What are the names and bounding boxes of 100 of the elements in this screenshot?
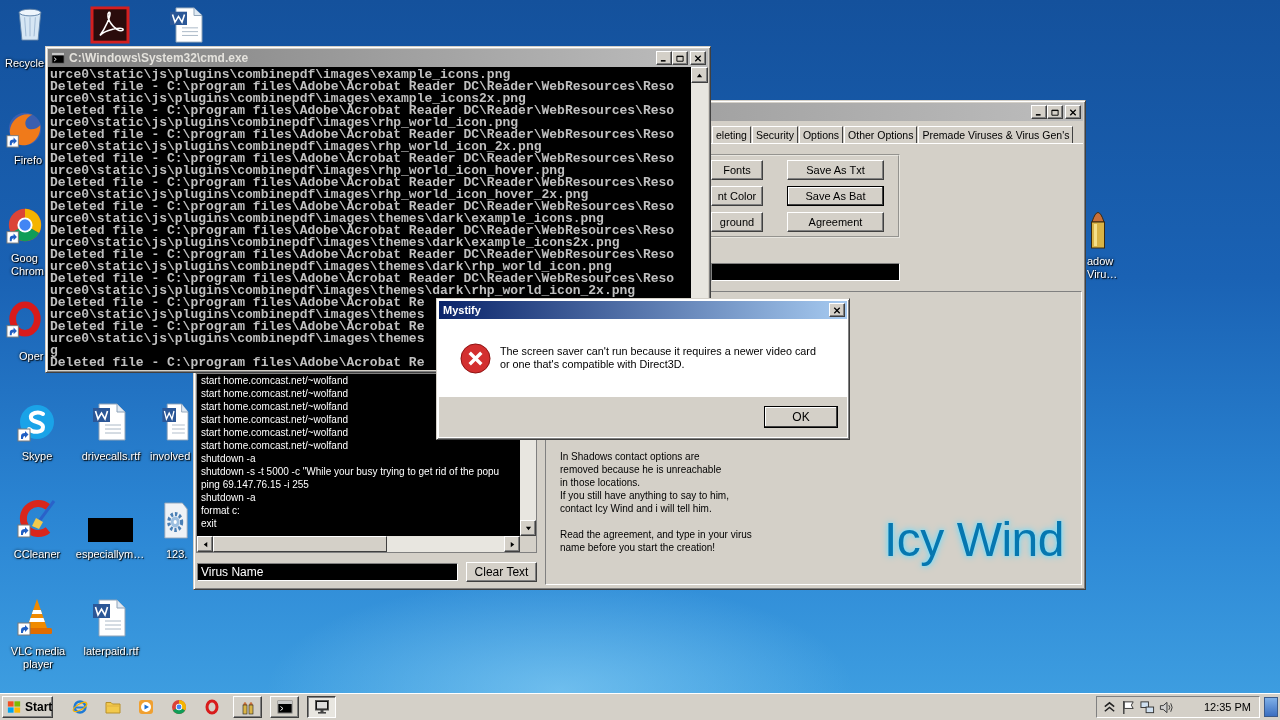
console-line: urce0\static\js\plugins\combinepdf\images\themes	[50, 333, 425, 345]
option-button[interactable]: Save As Bat	[787, 186, 884, 206]
scrollbar-corner	[520, 536, 536, 552]
script-line: ping 69.147.76.15 -i 255	[201, 478, 309, 491]
brush-arc-icon[interactable]	[17, 498, 57, 538]
option-button[interactable]: ground	[711, 212, 763, 232]
script-line: start home.comcast.net/~wolfand	[201, 439, 349, 452]
console-line: Deleted file - C:\program files\Adobe\Acrobat Reader DC\Reader\WebResources\Reso	[50, 153, 675, 165]
desktop-icon-label[interactable]: drivecalls.rtf	[81, 450, 141, 463]
file-thumbnail[interactable]	[88, 518, 133, 542]
error-message: The screen saver can't run because it requires a newer video card or one that's compatible with Direct3D.	[500, 345, 816, 371]
console-line: urce0\static\js\plugins\combinepdf\images\rhp_world_icon_hover.png	[50, 165, 565, 177]
console-line: urce0\static\js\plugins\combinepdf\images\example_icons2x.png	[50, 93, 526, 105]
close-button[interactable]	[829, 303, 845, 317]
up-triangle-icon	[696, 71, 703, 79]
horizontal-scrollbar[interactable]	[197, 536, 520, 552]
notice-text: Read the agreement, and type in your virus name before you start the creation!	[560, 528, 752, 554]
scrollbar-thumb[interactable]	[213, 536, 387, 552]
window-title: C:\Windows\System32\cmd.exe	[69, 51, 249, 65]
notice-text: In Shadows contact options are removed because he is unreachable in those locations. If you still have anything to say to him, contact Icy Wind and i will tell him.	[560, 450, 729, 515]
maximize-icon	[1051, 108, 1059, 116]
desktop-icon-label[interactable]: Goog Chrom	[11, 252, 44, 278]
scroll-right-button[interactable]	[504, 536, 520, 552]
console-line: Deleted file - C:\program files\Adobe\Acrobat Reader DC\Reader\WebResources\Reso	[50, 273, 675, 285]
globe-icon[interactable]	[6, 110, 44, 148]
console-line: urce0\static\js\plugins\combinepdf\images\rhp_world_icon_hover_2x.png	[50, 189, 589, 201]
desktop-icon-label[interactable]: Skype	[21, 450, 53, 463]
tab[interactable]: Security	[751, 126, 798, 143]
console-icon	[276, 699, 293, 715]
console-line: Deleted file - C:\program files\Adobe\Acrobat Reader DC\Reader\WebResources\Reso	[50, 201, 675, 213]
desktop-icon-label[interactable]: involved	[150, 450, 191, 463]
console-line: urce0\static\js\plugins\combinepdf\images\rhp_world_icon.png	[50, 117, 519, 129]
close-icon	[833, 306, 841, 314]
close-icon	[1069, 108, 1077, 116]
desktop-icon-label[interactable]: adow Viru…	[1087, 255, 1118, 281]
script-line: exit	[201, 517, 217, 530]
console-line: urce0\static\js\plugins\combinepdf\images\example_icons.png	[50, 69, 511, 81]
console-line: Deleted file - C:\program files\Adobe\Acrobat Reader DC\Reader\WebResources\Reso	[50, 81, 675, 93]
segmented-circle-icon[interactable]	[6, 206, 44, 244]
option-button[interactable]: Fonts	[711, 160, 763, 180]
taskbar-button[interactable]	[307, 696, 336, 718]
right-triangle-icon	[508, 540, 516, 548]
console-line: urce0\static\js\plugins\combinepdf\images\themes\dark\rhp_world_icon.png	[50, 261, 612, 273]
desktop-icon-label[interactable]: Recycle	[5, 57, 45, 70]
network-icon[interactable]	[1139, 699, 1155, 715]
flag-icon[interactable]	[1120, 699, 1136, 715]
console-line: urce0\static\js\plugins\combinepdf\images\themes\dark\example_icons.png	[50, 213, 604, 225]
console-line: Deleted file - C:\program files\Adobe\Acrobat Re	[50, 297, 425, 309]
desktop-icon-label[interactable]: Oper	[19, 350, 44, 363]
tab[interactable]: Other Options	[844, 126, 918, 143]
console-line: Deleted file - C:\program files\Adobe\Acrobat Reader DC\Reader\WebResources\Reso	[50, 129, 675, 141]
logo-text: Icy Wind	[883, 512, 1064, 568]
script-line: start home.comcast.net/~wolfand	[201, 413, 349, 426]
option-button[interactable]: Save As Txt	[787, 160, 884, 180]
option-button[interactable]: nt Color	[711, 186, 763, 206]
option-button[interactable]: Agreement	[787, 212, 884, 232]
down-triangle-icon	[524, 524, 532, 532]
desktop-icon-label[interactable]: Firefo	[14, 154, 43, 167]
script-line: start home.comcast.net/~wolfand	[201, 426, 349, 439]
console-line: urce0\static\js\plugins\combinepdf\images\rhp_world_icon_2x.png	[50, 141, 542, 153]
start-button[interactable]: Start	[2, 696, 53, 718]
bullets-icon	[239, 699, 256, 715]
e-globe-icon[interactable]	[72, 699, 88, 715]
desktop-icon-label[interactable]: CCleaner	[13, 548, 61, 561]
ring-icon[interactable]	[6, 300, 44, 338]
play-icon[interactable]	[138, 699, 154, 715]
script-line: start home.comcast.net/~wolfand	[201, 387, 349, 400]
clear-text-button[interactable]: Clear Text	[466, 562, 537, 582]
console-line: Deleted file - C:\program files\Adobe\Acrobat Reader DC\Reader\WebResources\Reso	[50, 249, 675, 261]
tab[interactable]: Premade Viruses & Virus Gen's	[918, 126, 1074, 143]
tab[interactable]: eleting	[712, 126, 751, 143]
script-line: shutdown -a	[201, 452, 256, 465]
scroll-up-button[interactable]	[691, 67, 708, 83]
ring-icon[interactable]	[204, 699, 220, 715]
speaker-icon[interactable]	[1158, 699, 1174, 715]
scroll-left-button[interactable]	[197, 536, 213, 552]
console-line: g	[50, 345, 58, 357]
show-desktop-button[interactable]	[1264, 697, 1278, 717]
desktop-icon-label[interactable]: 123.	[166, 548, 188, 561]
desktop-icon-label[interactable]: especiallym…	[75, 548, 145, 561]
text-field[interactable]	[711, 263, 900, 281]
s-badge-icon[interactable]	[17, 402, 57, 442]
script-line: shutdown -a	[201, 491, 256, 504]
monitor-icon	[313, 699, 330, 715]
clock[interactable]: 12:35 PM	[1203, 701, 1251, 713]
tab[interactable]: Options	[798, 126, 844, 143]
scroll-down-button[interactable]	[520, 520, 536, 536]
dialog-title: Mystify	[442, 304, 481, 316]
app-tile-icon[interactable]	[90, 6, 130, 44]
ok-button[interactable]: OK	[764, 406, 838, 428]
close-icon	[694, 54, 702, 62]
segmented-circle-icon[interactable]	[171, 699, 187, 715]
console-line: Deleted file - C:\program files\Adobe\Acrobat Re	[50, 357, 425, 369]
console-line: Deleted file - C:\program files\Adobe\Acrobat Reader DC\Reader\WebResources\Reso	[50, 177, 675, 189]
script-line: shutdown -s -t 5000 -c "While your busy trying to get rid of the popu	[201, 465, 500, 478]
virus-name-field[interactable]: Virus Name	[197, 563, 458, 581]
console-line: urce0\static\js\plugins\combinepdf\images\themes\dark\example_icons2x.png	[50, 237, 620, 249]
script-line: start home.comcast.net/~wolfand	[201, 400, 349, 413]
document-icon[interactable]	[160, 402, 192, 442]
console-line: Deleted file - C:\program files\Adobe\Acrobat Reader DC\Reader\WebResources\Reso	[50, 225, 675, 237]
